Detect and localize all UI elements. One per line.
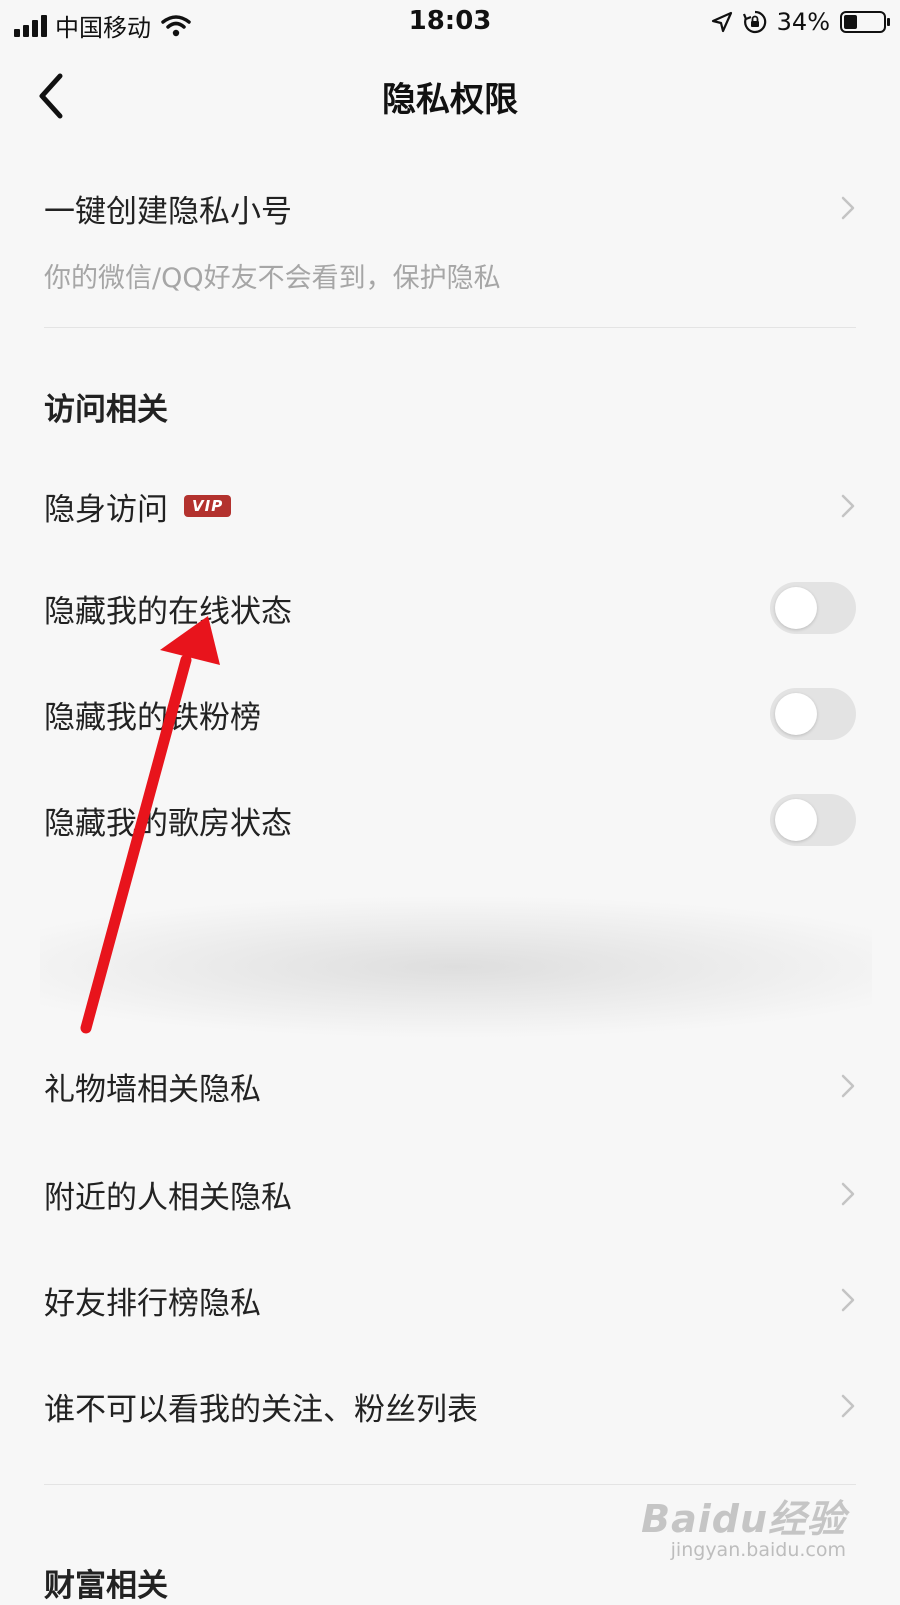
chevron-right-icon bbox=[841, 1182, 855, 1206]
status-bar: 中国移动 18:03 34% bbox=[0, 0, 900, 46]
hide-online-status-toggle[interactable] bbox=[770, 582, 856, 634]
toggle-knob bbox=[775, 799, 817, 841]
stealth-visit-row[interactable]: 隐身访问 VIP bbox=[44, 478, 856, 534]
watermark-logo: Baidu经验 bbox=[641, 1497, 846, 1541]
location-icon bbox=[711, 11, 732, 33]
battery-icon bbox=[840, 11, 890, 33]
chevron-right-icon bbox=[841, 1074, 855, 1098]
row-label: 隐藏我的歌房状态 bbox=[44, 805, 292, 842]
chevron-right-icon bbox=[841, 1394, 855, 1418]
hide-karaoke-status-toggle[interactable] bbox=[770, 794, 856, 846]
hide-fan-ranking-toggle[interactable] bbox=[770, 688, 856, 740]
page-title: 隐私权限 bbox=[382, 80, 518, 120]
baidu-watermark: Baidu经验 jingyan.baidu.com bbox=[641, 1488, 846, 1561]
chevron-right-icon bbox=[841, 196, 855, 220]
row-label: 好友排行榜隐私 bbox=[44, 1285, 261, 1322]
row-label: 隐藏我的在线状态 bbox=[44, 593, 292, 630]
hide-online-status-row: 隐藏我的在线状态 bbox=[44, 580, 856, 636]
vip-badge: VIP bbox=[184, 495, 232, 517]
row-label: 谁不可以看我的关注、粉丝列表 bbox=[44, 1391, 478, 1428]
gift-wall-privacy-row[interactable]: 礼物墙相关隐私 bbox=[44, 1058, 856, 1114]
hide-karaoke-status-row: 隐藏我的歌房状态 bbox=[44, 792, 856, 848]
status-right: 34% bbox=[711, 8, 890, 36]
nearby-people-privacy-row[interactable]: 附近的人相关隐私 bbox=[44, 1166, 856, 1222]
blurred-region bbox=[40, 896, 872, 1054]
toggle-knob bbox=[775, 693, 817, 735]
battery-fill bbox=[844, 15, 857, 29]
chevron-right-icon bbox=[841, 1288, 855, 1312]
row-label: 礼物墙相关隐私 bbox=[44, 1071, 261, 1108]
chevron-right-icon bbox=[841, 494, 855, 518]
section-title-access: 访问相关 bbox=[44, 392, 168, 428]
follow-fans-list-privacy-row[interactable]: 谁不可以看我的关注、粉丝列表 bbox=[44, 1378, 856, 1434]
friend-ranking-privacy-row[interactable]: 好友排行榜隐私 bbox=[44, 1272, 856, 1328]
section-title-wealth: 财富相关 bbox=[44, 1568, 168, 1604]
nav-bar: 隐私权限 bbox=[0, 48, 900, 144]
create-private-account-row[interactable]: 一键创建隐私小号 bbox=[44, 180, 856, 236]
divider bbox=[44, 327, 856, 328]
battery-percent: 34% bbox=[776, 8, 830, 36]
row-label: 一键创建隐私小号 bbox=[44, 193, 292, 230]
orientation-lock-icon bbox=[742, 10, 766, 34]
divider bbox=[44, 1484, 856, 1485]
row-label: 附近的人相关隐私 bbox=[44, 1179, 292, 1216]
row-label: 隐藏我的铁粉榜 bbox=[44, 699, 261, 736]
private-account-description: 你的微信/QQ好友不会看到，保护隐私 bbox=[44, 263, 501, 294]
watermark-url: jingyan.baidu.com bbox=[670, 1539, 846, 1561]
hide-fan-ranking-row: 隐藏我的铁粉榜 bbox=[44, 686, 856, 742]
toggle-knob bbox=[775, 587, 817, 629]
row-label: 隐身访问 bbox=[44, 491, 168, 528]
